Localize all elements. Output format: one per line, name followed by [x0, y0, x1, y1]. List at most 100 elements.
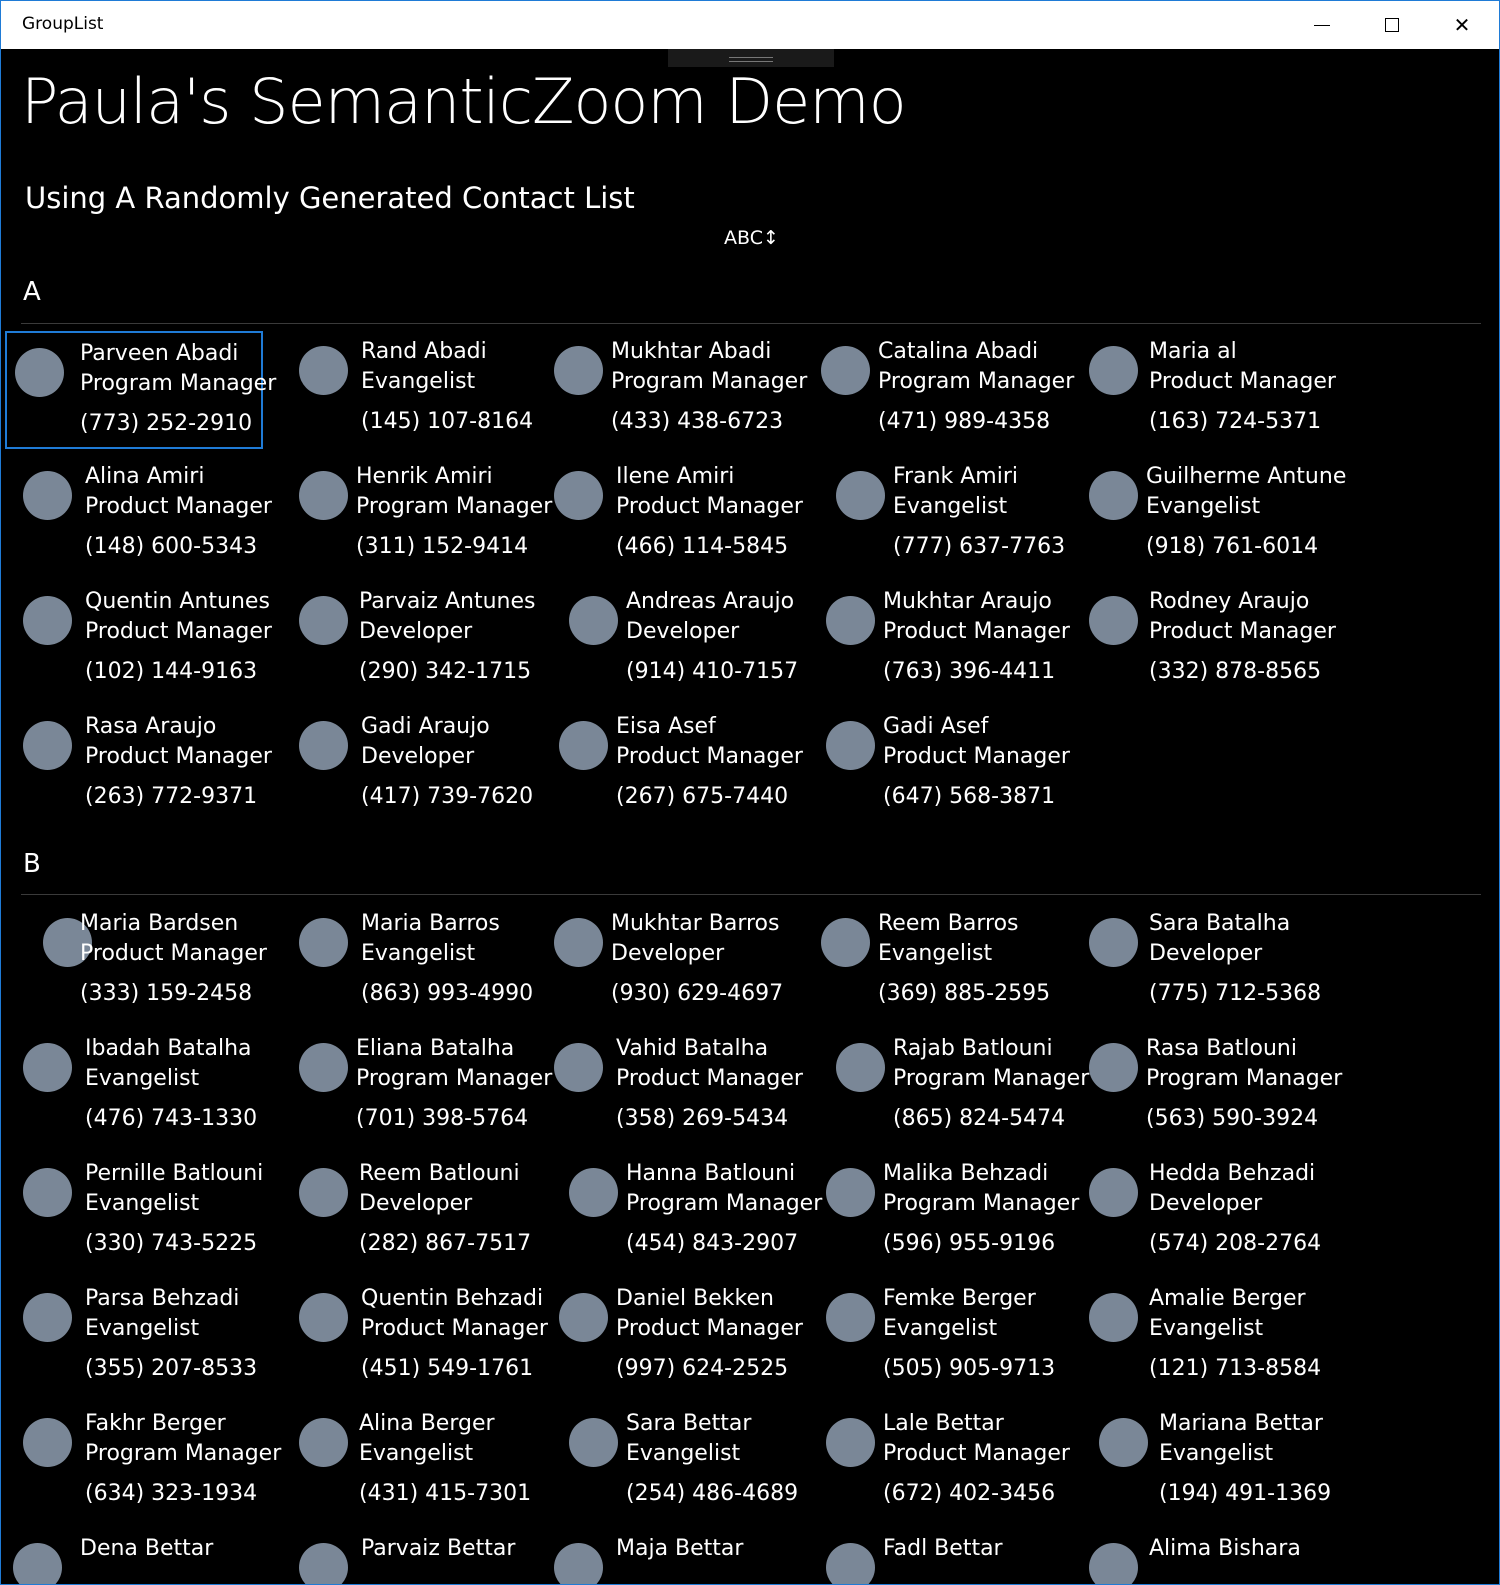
- contact-card[interactable]: Rajab Batlouni Program Manager (865) 824-5…: [813, 1028, 1089, 1146]
- contact-name: Alina Amiri: [85, 464, 205, 489]
- contact-card[interactable]: Eisa Asef Product Manager (267) 675-7440: [546, 706, 803, 824]
- title-bar[interactable]: GroupList ✕: [1, 1, 1499, 49]
- contact-name: Hanna Batlouni: [626, 1161, 796, 1186]
- contact-card[interactable]: Guilherme Antune Evangelist (918) 761-6014: [1081, 456, 1346, 574]
- contact-role: Product Manager: [85, 744, 272, 769]
- contact-card[interactable]: Gadi Araujo Developer (417) 739-7620: [291, 706, 546, 824]
- avatar: [826, 1168, 875, 1217]
- contact-phone: (333) 159-2458: [80, 981, 253, 1006]
- close-button[interactable]: ✕: [1427, 1, 1497, 49]
- contact-name: Sara Batalha: [1149, 911, 1291, 936]
- contact-card[interactable]: Quentin Behzadi Product Manager (451) 549-…: [291, 1278, 548, 1396]
- avatar: [836, 471, 885, 520]
- contact-card[interactable]: Hedda Behzadi Developer (574) 208-2764: [1081, 1153, 1336, 1271]
- contact-card[interactable]: Maria Bardsen Product Manager (333) 159-24…: [5, 903, 267, 1021]
- contact-phone: (865) 824-5474: [893, 1106, 1066, 1131]
- contact-card[interactable]: Eliana Batalha Program Manager (701) 398-5…: [291, 1028, 552, 1146]
- page-subtitle: Using A Randomly Generated Contact List: [25, 181, 635, 215]
- contact-name: Gadi Araujo: [361, 714, 490, 739]
- contact-role: Product Manager: [883, 619, 1070, 644]
- contact-card[interactable]: Reem Barros Evangelist (369) 885-2595: [813, 903, 1068, 1021]
- contact-card[interactable]: Parvaiz Bettar: [291, 1528, 546, 1584]
- contact-role: Developer: [611, 941, 725, 966]
- contact-phone: (773) 252-2910: [80, 411, 253, 436]
- contact-role: Program Manager: [883, 1191, 1080, 1216]
- contact-card[interactable]: Lale Bettar Product Manager (672) 402-3456: [813, 1403, 1070, 1521]
- contact-card[interactable]: Mukhtar Barros Developer (930) 629-4697: [546, 903, 801, 1021]
- contact-card[interactable]: Ibadah Batalha Evangelist (476) 743-1330: [5, 1028, 263, 1146]
- group-divider: [21, 894, 1481, 895]
- contact-name: Catalina Abadi: [878, 339, 1039, 364]
- contact-name: Frank Amiri: [893, 464, 1019, 489]
- avatar: [559, 1293, 608, 1342]
- contact-phone: (163) 724-5371: [1149, 409, 1322, 434]
- contact-name: Rajab Batlouni: [893, 1036, 1053, 1061]
- contact-phone: (763) 396-4411: [883, 659, 1056, 684]
- contact-card[interactable]: Alina Amiri Product Manager (148) 600-5343: [5, 456, 272, 574]
- contact-card[interactable]: Maria Barros Evangelist (863) 993-4990: [291, 903, 546, 1021]
- contact-card[interactable]: Reem Batlouni Developer (282) 867-7517: [291, 1153, 546, 1271]
- contact-card[interactable]: Daniel Bekken Product Manager (997) 624-25…: [546, 1278, 803, 1396]
- avatar: [299, 346, 348, 395]
- contact-card[interactable]: Sara Batalha Developer (775) 712-5368: [1081, 903, 1336, 1021]
- contact-card[interactable]: Maja Bettar: [546, 1528, 801, 1584]
- contact-role: Evangelist: [85, 1191, 200, 1216]
- contact-card[interactable]: Fadl Bettar: [813, 1528, 1068, 1584]
- contact-card[interactable]: Hanna Batlouni Program Manager (454) 843-2…: [546, 1153, 822, 1271]
- contact-name: Andreas Araujo: [626, 589, 795, 614]
- contact-name: Amalie Berger: [1149, 1286, 1306, 1311]
- contact-card[interactable]: Rasa Araujo Product Manager (263) 772-9371: [5, 706, 272, 824]
- contact-card[interactable]: Henrik Amiri Program Manager (311) 152-941…: [291, 456, 552, 574]
- contact-card[interactable]: Alima Bishara: [1081, 1528, 1336, 1584]
- contact-role: Evangelist: [626, 1441, 741, 1466]
- avatar: [1089, 1168, 1138, 1217]
- contact-card[interactable]: Ilene Amiri Product Manager (466) 114-5845: [546, 456, 803, 574]
- avatar: [23, 596, 72, 645]
- contact-name: Fakhr Berger: [85, 1411, 226, 1436]
- maximize-button[interactable]: [1357, 1, 1427, 49]
- contact-card[interactable]: Rand Abadi Evangelist (145) 107-8164: [291, 331, 546, 449]
- avatar: [15, 348, 64, 397]
- contact-name: Quentin Behzadi: [361, 1286, 544, 1311]
- contact-card[interactable]: Gadi Asef Product Manager (647) 568-3871: [813, 706, 1070, 824]
- contact-card[interactable]: Malika Behzadi Program Manager (596) 955-9…: [813, 1153, 1079, 1271]
- contact-name: Henrik Amiri: [356, 464, 493, 489]
- avatar: [299, 1168, 348, 1217]
- contact-name: Parvaiz Antunes: [359, 589, 536, 614]
- contact-role: Product Manager: [1149, 619, 1336, 644]
- contact-card[interactable]: Sara Bettar Evangelist (254) 486-4689: [546, 1403, 801, 1521]
- contact-role: Program Manager: [626, 1191, 823, 1216]
- content-area: Paula's SemanticZoom Demo Using A Random…: [1, 49, 1499, 1584]
- avatar: [23, 1168, 72, 1217]
- contact-card[interactable]: Alina Berger Evangelist (431) 415-7301: [291, 1403, 546, 1521]
- contact-card[interactable]: Parvaiz Antunes Developer (290) 342-1715: [291, 581, 546, 699]
- contact-card[interactable]: Dena Bettar: [5, 1528, 263, 1584]
- contact-card[interactable]: Parveen Abadi Program Manager (773) 252-29…: [5, 331, 276, 449]
- contact-role: Program Manager: [1146, 1066, 1343, 1091]
- contact-card[interactable]: Mukhtar Araujo Product Manager (763) 396-4…: [813, 581, 1070, 699]
- contact-card[interactable]: Rodney Araujo Product Manager (332) 878-85…: [1081, 581, 1336, 699]
- minimize-button[interactable]: [1287, 1, 1357, 49]
- semantic-zoom-toggle-button[interactable]: ABC↕: [724, 227, 779, 249]
- contact-card[interactable]: Femke Berger Evangelist (505) 905-9713: [813, 1278, 1068, 1396]
- avatar: [826, 1293, 875, 1342]
- group-header-a[interactable]: A: [23, 277, 41, 307]
- contact-card[interactable]: Mariana Bettar Evangelist (194) 491-1369: [1081, 1403, 1336, 1521]
- contact-card[interactable]: Pernille Batlouni Evangelist (330) 743-522…: [5, 1153, 263, 1271]
- contact-name: Maria Bardsen: [80, 911, 239, 936]
- group-header-b[interactable]: B: [23, 849, 41, 879]
- contact-card[interactable]: Mukhtar Abadi Program Manager (433) 438-67…: [546, 331, 807, 449]
- contact-card[interactable]: Andreas Araujo Developer (914) 410-7157: [546, 581, 801, 699]
- contact-card[interactable]: Catalina Abadi Program Manager (471) 989-4…: [813, 331, 1074, 449]
- contact-card[interactable]: Quentin Antunes Product Manager (102) 144-…: [5, 581, 272, 699]
- contact-card[interactable]: Parsa Behzadi Evangelist (355) 207-8533: [5, 1278, 263, 1396]
- contact-card[interactable]: Frank Amiri Evangelist (777) 637-7763: [813, 456, 1068, 574]
- contact-card[interactable]: Fakhr Berger Program Manager (634) 323-193…: [5, 1403, 281, 1521]
- contact-card[interactable]: Amalie Berger Evangelist (121) 713-8584: [1081, 1278, 1336, 1396]
- contact-card[interactable]: Maria al Product Manager (163) 724-5371: [1081, 331, 1336, 449]
- contact-card[interactable]: Rasa Batlouni Program Manager (563) 590-39…: [1081, 1028, 1342, 1146]
- avatar: [554, 918, 603, 967]
- contact-card[interactable]: Vahid Batalha Product Manager (358) 269-54…: [546, 1028, 803, 1146]
- contact-phone: (263) 772-9371: [85, 784, 258, 809]
- avatar: [569, 1418, 618, 1467]
